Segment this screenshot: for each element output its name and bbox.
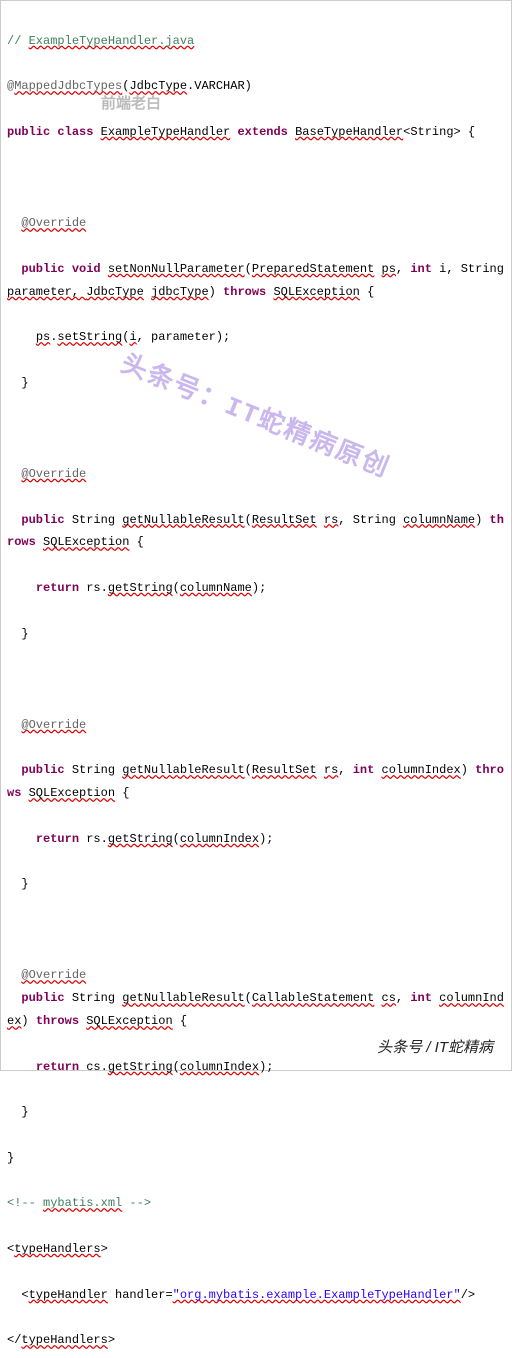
code-line: return cs.getString(columnIndex);	[36, 1060, 274, 1074]
xml-comment: <!-- mybatis.xml -->	[7, 1196, 151, 1210]
code-line: }	[21, 877, 28, 891]
annotation: @Override	[21, 718, 86, 732]
code-line: public String getNullableResult(ResultSe…	[7, 513, 504, 550]
code-line: ps.setString(i, parameter);	[36, 330, 230, 344]
code-line: return rs.getString(columnName);	[36, 581, 266, 595]
comment: // ExampleTypeHandler.java	[7, 34, 194, 48]
code-line: return rs.getString(columnIndex);	[36, 832, 274, 846]
code-line: }	[21, 1105, 28, 1119]
code-line: @MappedJdbcTypes(JdbcType.VARCHAR)	[7, 79, 252, 93]
xml-line: </typeHandlers>	[7, 1333, 115, 1347]
annotation: @Override	[21, 467, 86, 481]
code-line: // ExampleTypeHandler.java	[7, 34, 194, 48]
code-editor: // ExampleTypeHandler.java @MappedJdbcTy…	[1, 1, 511, 1358]
code-line: public String getNullableResult(ResultSe…	[7, 763, 504, 800]
footer-credit: 头条号 / IT蛇精病	[377, 1034, 493, 1063]
code-line: public class ExampleTypeHandler extends …	[7, 125, 475, 139]
code-line: }	[21, 627, 28, 641]
xml-line: <typeHandlers>	[7, 1242, 108, 1256]
annotation: @Override	[21, 968, 86, 982]
code-line: public String getNullableResult(Callable…	[7, 991, 504, 1028]
code-line: public void setNonNullParameter(Prepared…	[7, 262, 511, 299]
code-line: }	[7, 1151, 14, 1165]
xml-line: <typeHandler handler="org.mybatis.exampl…	[21, 1288, 475, 1302]
annotation: @MappedJdbcTypes	[7, 79, 122, 93]
annotation: @Override	[21, 216, 86, 230]
code-line: }	[21, 376, 28, 390]
